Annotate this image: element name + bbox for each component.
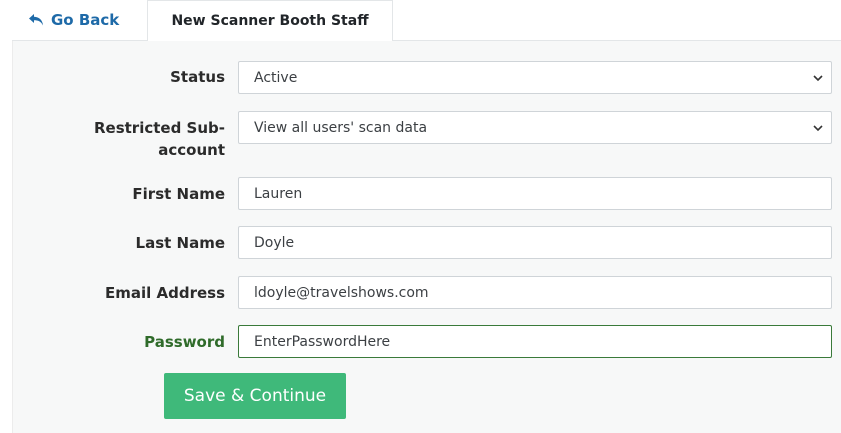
chevron-down-icon	[813, 75, 823, 82]
go-back-label: Go Back	[51, 11, 120, 29]
save-continue-button[interactable]: Save & Continue	[164, 373, 346, 419]
password-value: EnterPasswordHere	[254, 333, 391, 350]
go-back-link[interactable]: Go Back	[28, 9, 119, 31]
email-value: ldoyle@travelshows.com	[254, 284, 429, 301]
last-name-input[interactable]: Doyle	[238, 226, 832, 259]
status-select[interactable]: Active	[238, 61, 832, 94]
first-name-label: First Name	[132, 185, 225, 203]
status-value: Active	[254, 69, 298, 86]
tab-bar: Go Back New Scanner Booth Staff	[12, 0, 841, 42]
last-name-label: Last Name	[135, 234, 225, 252]
reply-arrow-icon	[29, 14, 43, 26]
last-name-value: Doyle	[254, 234, 295, 251]
restricted-label-line1: Restricted Sub-	[93, 119, 225, 137]
email-label: Email Address	[104, 284, 225, 302]
tab-label: New Scanner Booth Staff	[171, 13, 369, 29]
first-name-value: Lauren	[254, 185, 303, 202]
password-label: Password	[144, 333, 225, 351]
restricted-value: View all users' scan data	[254, 119, 428, 136]
status-label: Status	[170, 68, 225, 86]
tab-new-scanner-booth-staff[interactable]: New Scanner Booth Staff	[147, 0, 393, 42]
first-name-input[interactable]: Lauren	[238, 177, 832, 210]
password-input[interactable]: EnterPasswordHere	[238, 325, 832, 358]
email-input[interactable]: ldoyle@travelshows.com	[238, 276, 832, 309]
restricted-subaccount-label: Restricted Sub- account	[94, 117, 225, 161]
chevron-down-icon	[813, 125, 823, 132]
restricted-subaccount-select[interactable]: View all users' scan data	[238, 111, 832, 144]
restricted-label-line2: account	[158, 141, 225, 159]
